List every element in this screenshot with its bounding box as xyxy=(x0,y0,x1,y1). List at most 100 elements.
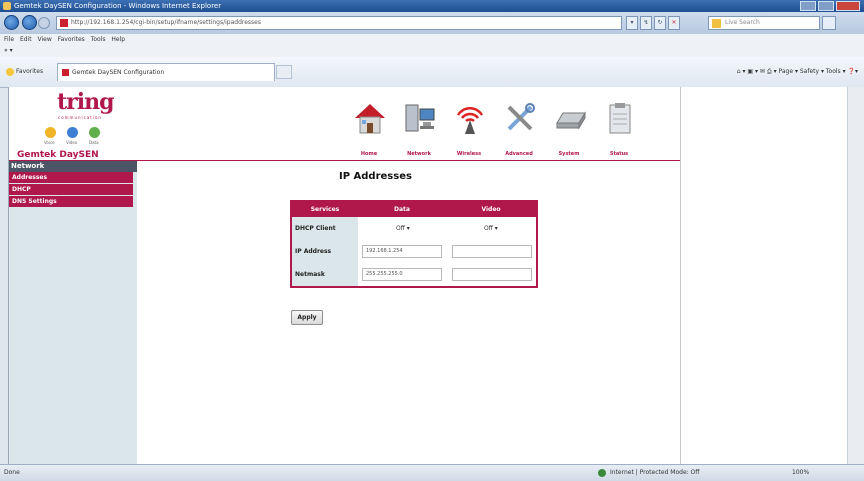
vertical-scrollbar[interactable] xyxy=(847,87,864,464)
system-icon xyxy=(556,111,586,130)
sidebar-item-dhcp[interactable]: DHCP xyxy=(9,184,133,196)
nav-advanced[interactable]: Advanced xyxy=(495,95,543,165)
tab-label: Gemtek DaySEN Configuration xyxy=(72,69,165,76)
menu-favorites[interactable]: Favorites xyxy=(58,36,85,43)
sidebar: Network Addresses DHCP DNS Settings xyxy=(9,161,137,464)
row-label-netmask: Netmask xyxy=(292,263,358,286)
col-video: Video xyxy=(481,206,501,213)
tools-icon xyxy=(507,103,535,131)
sidebar-heading: Network xyxy=(9,161,137,172)
status-text: Done xyxy=(4,469,20,476)
recent-pages-button[interactable] xyxy=(38,17,50,29)
tab-router-config[interactable]: Gemtek DaySEN Configuration xyxy=(57,63,275,81)
nav-home-label: Home xyxy=(360,151,378,157)
wireless-icon xyxy=(456,106,484,134)
table-header: Services Data Video xyxy=(292,202,536,217)
sidebar-item-addresses[interactable]: Addresses xyxy=(9,172,133,184)
menu-view[interactable]: View xyxy=(38,36,52,43)
menu-bar: File Edit View Favorites Tools Help xyxy=(0,34,864,45)
zoom-level[interactable]: 100% xyxy=(792,465,809,481)
refresh-icon[interactable]: ↻ xyxy=(654,16,666,30)
dot-label-video: Video xyxy=(66,140,78,145)
compatibility-view-icon[interactable]: ↯ xyxy=(640,16,652,30)
col-services: Services xyxy=(310,206,340,213)
window-title: Gemtek DaySEN Configuration - Windows In… xyxy=(14,2,222,10)
back-button[interactable] xyxy=(4,15,19,30)
nav-system-label: System xyxy=(558,151,580,157)
ie-icon xyxy=(3,2,11,10)
data-dot-icon xyxy=(89,127,100,138)
forward-button[interactable] xyxy=(22,15,37,30)
video-dot-icon xyxy=(67,127,78,138)
stop-icon[interactable]: ✕ xyxy=(668,16,680,30)
menu-edit[interactable]: Edit xyxy=(20,36,32,43)
apply-button[interactable]: Apply xyxy=(291,310,323,325)
secondary-toolbar: ⋄ ▾ xyxy=(0,45,864,57)
address-bar-row: http://192.168.1.254/cgi-bin/setup/ifnam… xyxy=(0,12,864,34)
window-titlebar: Gemtek DaySEN Configuration - Windows In… xyxy=(0,0,864,12)
mail-icon[interactable]: ✉ xyxy=(760,68,765,75)
address-dropdown-button[interactable]: ▾ xyxy=(626,16,638,30)
dot-label-data: Data xyxy=(89,140,99,145)
tab-favicon xyxy=(62,69,69,76)
nav-status-label: Status xyxy=(609,151,629,157)
brand-tagline: communication xyxy=(58,115,102,120)
page-viewport: tring communication Voice Video Data Gem… xyxy=(8,87,681,464)
menu-file[interactable]: File xyxy=(4,36,14,43)
clipboard-icon xyxy=(609,103,631,134)
nav-network[interactable]: Network xyxy=(395,95,443,165)
menu-tools[interactable]: Tools xyxy=(91,36,106,43)
favorites-button[interactable]: Favorites xyxy=(6,66,43,78)
top-navigation: Home Network Wireless Advanced System St… xyxy=(345,95,645,165)
network-icon xyxy=(405,104,435,132)
ip-settings-table: Services Data Video DHCP Client Off ▾ Of… xyxy=(290,200,538,288)
status-bar: Done Internet | Protected Mode: Off 100% xyxy=(0,464,864,481)
close-button[interactable] xyxy=(836,1,860,11)
dhcp-video-select[interactable]: Off ▾ xyxy=(484,223,498,234)
row-label-dhcp-client: DHCP Client xyxy=(292,217,358,240)
search-input[interactable]: Live Search xyxy=(708,16,820,30)
address-input[interactable]: http://192.168.1.254/cgi-bin/setup/ifnam… xyxy=(56,16,622,30)
sidebar-item-dns-settings[interactable]: DNS Settings xyxy=(9,196,133,208)
command-menus[interactable]: Page ▾ Safety ▾ Tools ▾ xyxy=(779,68,846,75)
window-controls xyxy=(800,1,860,11)
product-name: Gemtek DaySEN xyxy=(17,150,99,160)
nav-wireless-label: Wireless xyxy=(456,151,482,157)
feeds-icon[interactable]: ▣ ▾ xyxy=(747,68,758,75)
search-button[interactable] xyxy=(822,16,836,30)
favorites-bar: Favorites Gemtek DaySEN Configuration ⌂ … xyxy=(0,57,864,88)
ip-address-video-field[interactable] xyxy=(452,245,532,258)
ip-address-data-field[interactable]: 192.168.1.254 xyxy=(362,245,442,258)
command-bar: ⌂ ▾ ▣ ▾ ✉ ⎙ ▾ Page ▾ Safety ▾ Tools ▾ ❓▾ xyxy=(737,66,858,78)
nav-home[interactable]: Home xyxy=(345,95,393,165)
home-icon-cmd[interactable]: ⌂ ▾ xyxy=(737,68,746,75)
netmask-video-field[interactable] xyxy=(452,268,532,281)
live-search-icon xyxy=(712,19,721,28)
new-tab-button[interactable] xyxy=(276,65,292,79)
nav-system[interactable]: System xyxy=(545,95,593,165)
dhcp-data-select[interactable]: Off ▾ xyxy=(396,223,410,234)
dot-label-voice: Voice xyxy=(44,140,55,145)
page-favicon xyxy=(60,19,68,27)
print-icon[interactable]: ⎙ ▾ xyxy=(767,68,777,75)
search-placeholder: Live Search xyxy=(725,19,760,26)
menu-help[interactable]: Help xyxy=(111,36,125,43)
nav-wireless[interactable]: Wireless xyxy=(445,95,493,165)
toolbar-options-icon[interactable]: ⋄ ▾ xyxy=(4,47,13,54)
netmask-data-field[interactable]: 255.255.255.0 xyxy=(362,268,442,281)
right-blank-frame xyxy=(680,87,848,464)
nav-status[interactable]: Status xyxy=(595,95,643,165)
voice-dot-icon xyxy=(45,127,56,138)
row-label-ip-address: IP Address xyxy=(292,240,358,263)
security-zone[interactable]: Internet | Protected Mode: Off xyxy=(598,467,699,479)
minimize-button[interactable] xyxy=(800,1,816,11)
home-icon xyxy=(355,104,385,134)
address-text: http://192.168.1.254/cgi-bin/setup/ifnam… xyxy=(71,19,261,26)
tring-logo: tring communication Voice Video Data Gem… xyxy=(9,87,137,161)
brand-name: tring xyxy=(57,89,114,115)
page-title: IP Addresses xyxy=(339,171,412,182)
maximize-button[interactable] xyxy=(818,1,834,11)
nav-network-label: Network xyxy=(407,151,431,157)
col-data: Data xyxy=(394,206,410,213)
help-icon[interactable]: ❓▾ xyxy=(848,68,858,75)
